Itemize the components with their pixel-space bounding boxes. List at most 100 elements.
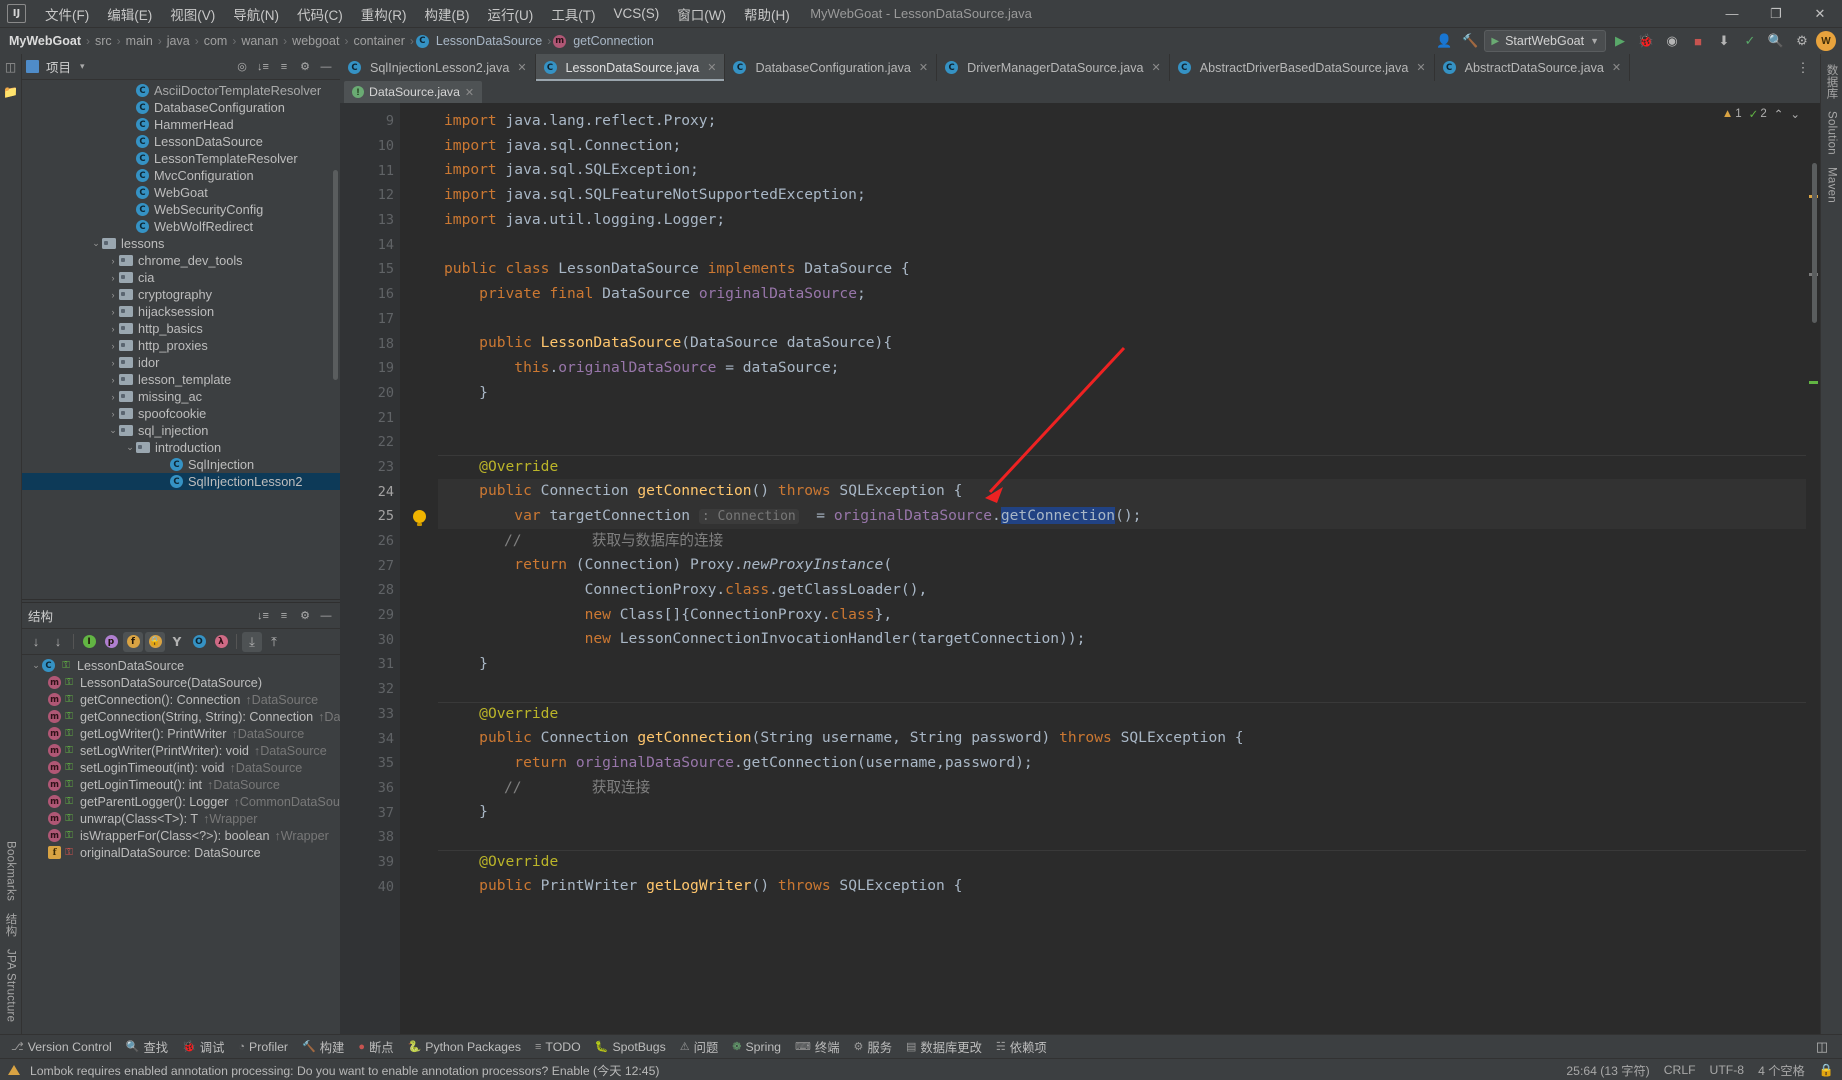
breadcrumb-wanan[interactable]: wanan › — [238, 32, 289, 50]
chevron-right-icon[interactable]: › — [107, 358, 119, 368]
chevron-right-icon[interactable]: › — [107, 341, 119, 351]
code-line[interactable] — [438, 677, 1806, 702]
menu-code[interactable]: 代码(C) — [288, 0, 352, 28]
close-icon[interactable]: ✕ — [1152, 61, 1161, 74]
layout-settings-icon[interactable]: ◫ — [1810, 1036, 1834, 1058]
code-line[interactable]: import java.sql.SQLFeatureNotSupportedEx… — [438, 183, 1806, 208]
maximize-button[interactable]: ❐ — [1754, 0, 1798, 28]
debug-button[interactable]: 🐞 — [1634, 30, 1658, 52]
structure-item[interactable]: m ⚿ getLoginTimeout(): int ↑DataSource — [22, 776, 340, 793]
gutter-line[interactable]: 24O↑ — [340, 479, 420, 504]
gutter-line[interactable]: 34O↑ — [340, 726, 420, 751]
chevron-down-icon[interactable]: ▾ — [80, 61, 85, 72]
project-tree-item[interactable]: C WebGoat — [22, 184, 340, 201]
gutter-line[interactable]: 32 — [340, 677, 400, 702]
code-line[interactable]: } — [438, 800, 1806, 825]
tool-window-依赖项[interactable]: ☵ 依赖项 — [989, 1035, 1054, 1059]
project-settings-icon[interactable]: ⚙ — [295, 57, 315, 77]
menu-edit[interactable]: 编辑(E) — [98, 0, 161, 28]
structure-settings-icon[interactable]: ⚙ — [295, 606, 315, 626]
status-message[interactable]: Lombok requires enabled annotation proce… — [30, 1061, 659, 1079]
gutter-line[interactable]: 9 — [340, 109, 400, 134]
gutter-line[interactable]: 36 — [340, 776, 400, 801]
tool-window-profiler[interactable]: ◔ Profiler — [231, 1037, 295, 1057]
run-button[interactable]: ▶ — [1608, 30, 1632, 52]
editor-gutter[interactable]: 9 10 11 12 13 14 15 16 17 18 19 20 21 22 23 24O↑ 25 26 27 2… — [340, 103, 420, 1034]
next-problem-icon[interactable]: ⌄ — [1790, 107, 1800, 121]
project-tree-item[interactable]: C WebSecurityConfig — [22, 201, 340, 218]
gutter-line[interactable]: 18 — [340, 331, 400, 356]
code-line[interactable]: var targetConnection : Connection = orig… — [438, 504, 1806, 529]
code-content[interactable]: import java.lang.reflect.Proxy; import ja… — [438, 103, 1806, 1034]
project-tree-item[interactable]: › chrome_dev_tools — [22, 252, 340, 269]
intention-bulb-icon[interactable] — [412, 509, 426, 526]
structure-item[interactable]: m ⚿ setLoginTimeout(int): void ↑DataSource — [22, 759, 340, 776]
editor-tabs-overflow[interactable]: ⋮ — [1791, 54, 1820, 81]
menu-tools[interactable]: 工具(T) — [542, 0, 604, 28]
close-icon[interactable]: ✕ — [465, 86, 474, 99]
show-non-public-icon[interactable]: 🔒 — [145, 631, 165, 652]
settings-gear-icon[interactable]: ⚙ — [1790, 30, 1814, 52]
project-tree-item[interactable]: › cryptography — [22, 286, 340, 303]
gutter-line[interactable]: 40O↑ — [340, 874, 420, 899]
group-by-interface-icon[interactable]: O — [189, 632, 209, 652]
project-tree-item[interactable]: › http_basics — [22, 320, 340, 337]
gutter-line[interactable]: 37 — [340, 800, 400, 825]
code-line[interactable]: return (Connection) Proxy.newProxyInstan… — [438, 553, 1806, 578]
structure-item[interactable]: m ⚿ getConnection(String, String): Connect… — [22, 708, 340, 725]
project-tree-item[interactable]: C LessonDataSource — [22, 133, 340, 150]
code-line[interactable] — [438, 430, 1806, 455]
tool-window-问题[interactable]: ⚠ 问题 — [673, 1035, 725, 1059]
structure-item[interactable]: m ⚿ getParentLogger(): Logger ↑CommonDataSo… — [22, 793, 340, 810]
gutter-line[interactable]: 26 — [340, 529, 400, 554]
project-tree-item[interactable]: C WebWolfRedirect — [22, 218, 340, 235]
project-tree-item[interactable]: › hijacksession — [22, 303, 340, 320]
structure-item[interactable]: m ⚿ LessonDataSource(DataSource) — [22, 674, 340, 691]
code-line[interactable] — [438, 405, 1806, 430]
code-line[interactable]: import java.util.logging.Logger; — [438, 208, 1806, 233]
chevron-right-icon[interactable]: › — [107, 256, 119, 266]
project-tree-item[interactable]: › cia — [22, 269, 340, 286]
caret-position[interactable]: 25:64 (13 字符) — [1566, 1061, 1649, 1079]
breadcrumb-LessonDataSource[interactable]: C LessonDataSource › — [415, 32, 553, 50]
close-icon[interactable]: ✕ — [707, 61, 716, 74]
line-separator[interactable]: CRLF — [1664, 1063, 1696, 1077]
menu-run[interactable]: 运行(U) — [479, 0, 543, 28]
editor-scrollbar[interactable] — [1812, 163, 1817, 323]
structure-item[interactable]: ⌄ C ⚿ LessonDataSource — [22, 657, 340, 674]
structure-item[interactable]: m ⚿ isWrapperFor(Class<?>): boolean ↑Wrappe… — [22, 827, 340, 844]
project-tree-item[interactable]: › missing_ac — [22, 388, 340, 405]
ok-marker[interactable] — [1809, 381, 1818, 384]
sort-alphabetically-icon[interactable]: ↓ — [48, 632, 68, 652]
code-line[interactable]: public LessonDataSource(DataSource dataS… — [438, 331, 1806, 356]
rail-label-structure[interactable]: 结构 — [3, 907, 19, 943]
gutter-line[interactable]: 22 — [340, 430, 400, 455]
locate-file-icon[interactable]: ◎ — [232, 57, 252, 77]
tool-window-构建[interactable]: 🔨 构建 — [295, 1035, 351, 1059]
chevron-right-icon[interactable]: › — [107, 273, 119, 283]
project-tree-item[interactable]: C MvcConfiguration — [22, 167, 340, 184]
code-line[interactable]: public PrintWriter getLogWriter() throws… — [438, 874, 1806, 899]
project-tree-item[interactable]: › lesson_template — [22, 371, 340, 388]
chevron-right-icon[interactable]: › — [107, 307, 119, 317]
indent-setting[interactable]: 4 个空格 — [1758, 1061, 1805, 1079]
chevron-down-icon[interactable]: ⌄ — [107, 425, 119, 436]
hide-panel-icon[interactable]: — — [316, 57, 336, 77]
editor-tab[interactable]: C AbstractDataSource.java ✕ — [1435, 54, 1631, 81]
editor-tab[interactable]: C AbstractDriverBasedDataSource.java ✕ — [1170, 54, 1435, 81]
gutter-line[interactable]: 30 — [340, 627, 400, 652]
code-line[interactable]: import java.sql.SQLException; — [438, 158, 1806, 183]
close-icon[interactable]: ✕ — [517, 61, 526, 74]
breadcrumb-webgoat[interactable]: webgoat › — [289, 32, 350, 50]
chevron-right-icon[interactable]: › — [107, 375, 119, 385]
show-fields-icon[interactable]: f — [123, 631, 143, 652]
breadcrumb-com[interactable]: com › — [201, 32, 239, 50]
gutter-line[interactable]: 35 — [340, 751, 400, 776]
chevron-down-icon[interactable]: ⌄ — [30, 660, 42, 671]
expand-all-icon[interactable]: ↓≡ — [253, 606, 273, 626]
code-line[interactable]: public class LessonDataSource implements… — [438, 257, 1806, 282]
close-icon[interactable]: ✕ — [1612, 61, 1621, 74]
menu-navigate[interactable]: 导航(N) — [224, 0, 288, 28]
editor-tab[interactable]: C DriverManagerDataSource.java ✕ — [937, 54, 1170, 81]
project-tree-item[interactable]: C DatabaseConfiguration — [22, 99, 340, 116]
